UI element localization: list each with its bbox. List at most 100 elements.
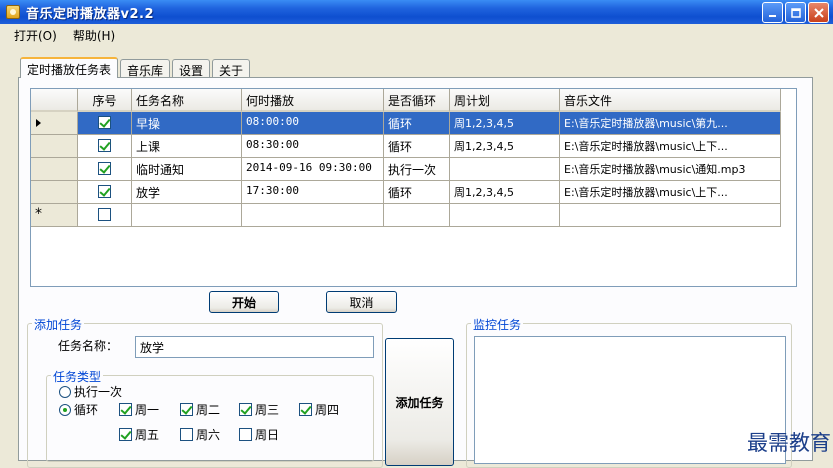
week-cell[interactable]: 周1,2,3,4,5 [450, 181, 560, 204]
table-row[interactable]: 上课 08:30:00 循环 周1,2,3,4,5 E:\音乐定时播放器\mus… [31, 135, 781, 158]
task-name-cell[interactable] [132, 204, 242, 227]
time-cell[interactable]: 17:30:00 [242, 181, 384, 204]
day-tuesday[interactable]: 周二 [180, 401, 220, 418]
monitor-list[interactable] [474, 336, 786, 464]
day-label: 周六 [196, 428, 221, 442]
day-monday[interactable]: 周一 [119, 401, 159, 418]
day-friday[interactable]: 周五 [119, 426, 159, 443]
monitor-group: 监控任务 [466, 316, 792, 468]
col-header-week[interactable]: 周计划 [450, 89, 560, 112]
row-selector[interactable] [31, 112, 78, 135]
menu-open[interactable]: 打开(O) [6, 25, 65, 46]
minimize-button[interactable] [762, 2, 783, 23]
col-header-file[interactable]: 音乐文件 [560, 89, 781, 112]
time-cell[interactable] [242, 204, 384, 227]
file-cell[interactable]: E:\音乐定时播放器\music\第九... [560, 112, 781, 135]
enabled-checkbox[interactable] [98, 185, 111, 198]
cancel-button[interactable]: 取消 [326, 291, 397, 313]
enabled-checkbox[interactable] [98, 116, 111, 129]
day-label: 周二 [196, 403, 221, 417]
col-header-loop[interactable]: 是否循环 [384, 89, 450, 112]
minimize-icon [768, 14, 776, 17]
day-sunday[interactable]: 周日 [239, 426, 279, 443]
day-saturday[interactable]: 周六 [180, 426, 220, 443]
add-task-button[interactable]: 添加任务 [385, 338, 454, 466]
maximize-button[interactable] [785, 2, 806, 23]
row-selector[interactable] [31, 135, 78, 158]
time-cell[interactable]: 08:00:00 [242, 112, 384, 135]
day-checkbox[interactable] [119, 403, 132, 416]
day-checkbox[interactable] [119, 428, 132, 441]
week-cell[interactable]: 周1,2,3,4,5 [450, 135, 560, 158]
row-selector[interactable]: * [31, 204, 78, 227]
col-header-number[interactable]: 序号 [78, 89, 132, 112]
day-checkbox[interactable] [299, 403, 312, 416]
loop-radio[interactable] [59, 403, 71, 416]
start-button[interactable]: 开始 [209, 291, 279, 313]
once-option[interactable]: 执行一次 [59, 383, 122, 400]
row-selector[interactable] [31, 158, 78, 181]
loop-cell[interactable]: 循环 [384, 112, 450, 135]
add-task-group: 添加任务 任务名称： 放学 任务类型 执行一次 循环 周一 周二 周三 周四 周… [27, 316, 383, 468]
watermark-text: 最需教育 [747, 431, 831, 455]
file-cell[interactable]: E:\音乐定时播放器\music\通知.mp3 [560, 158, 781, 181]
day-checkbox[interactable] [180, 403, 193, 416]
enabled-checkbox[interactable] [98, 208, 111, 221]
week-cell[interactable] [450, 204, 560, 227]
tab-about[interactable]: 关于 [212, 59, 251, 78]
loop-option[interactable]: 循环 [59, 401, 98, 418]
once-radio[interactable] [59, 385, 71, 398]
grid-corner [31, 89, 78, 112]
file-cell[interactable]: E:\音乐定时播放器\music\上下... [560, 135, 781, 158]
window-controls [762, 2, 829, 23]
enabled-checkbox[interactable] [98, 162, 111, 175]
loop-cell[interactable]: 执行一次 [384, 158, 450, 181]
loop-cell[interactable] [384, 204, 450, 227]
enabled-cell[interactable] [78, 181, 132, 204]
tab-settings[interactable]: 设置 [172, 59, 211, 78]
tab-music-library[interactable]: 音乐库 [120, 59, 171, 78]
task-name-label: 任务名称： [58, 339, 119, 353]
day-thursday[interactable]: 周四 [299, 401, 339, 418]
col-header-name[interactable]: 任务名称 [132, 89, 242, 112]
col-header-time[interactable]: 何时播放 [242, 89, 384, 112]
tab-schedule[interactable]: 定时播放任务表 [20, 57, 119, 78]
once-label: 执行一次 [74, 385, 123, 399]
enabled-cell[interactable] [78, 135, 132, 158]
day-wednesday[interactable]: 周三 [239, 401, 279, 418]
loop-cell[interactable]: 循环 [384, 135, 450, 158]
enabled-cell[interactable] [78, 112, 132, 135]
week-cell[interactable]: 周1,2,3,4,5 [450, 112, 560, 135]
enabled-cell[interactable] [78, 204, 132, 227]
task-name-input[interactable]: 放学 [135, 336, 374, 358]
current-row-icon [36, 119, 41, 127]
task-grid[interactable]: 序号 任务名称 何时播放 是否循环 周计划 音乐文件 早操 08:00:00 循… [30, 88, 797, 287]
day-checkbox[interactable] [239, 428, 252, 441]
enabled-cell[interactable] [78, 158, 132, 181]
task-name-cell[interactable]: 放学 [132, 181, 242, 204]
close-button[interactable] [808, 2, 829, 23]
app-icon [6, 5, 20, 19]
week-cell[interactable] [450, 158, 560, 181]
menu-bar: 打开(O) 帮助(H) [0, 24, 833, 46]
task-name-cell[interactable]: 上课 [132, 135, 242, 158]
day-checkbox[interactable] [239, 403, 252, 416]
enabled-checkbox[interactable] [98, 139, 111, 152]
table-row[interactable]: 放学 17:30:00 循环 周1,2,3,4,5 E:\音乐定时播放器\mus… [31, 181, 781, 204]
file-cell[interactable] [560, 204, 781, 227]
file-cell[interactable]: E:\音乐定时播放器\music\上下... [560, 181, 781, 204]
loop-cell[interactable]: 循环 [384, 181, 450, 204]
time-cell[interactable]: 08:30:00 [242, 135, 384, 158]
row-selector[interactable] [31, 181, 78, 204]
new-row[interactable]: * [31, 204, 781, 227]
task-name-cell[interactable]: 临时通知 [132, 158, 242, 181]
day-label: 周五 [135, 428, 160, 442]
table-row[interactable]: 临时通知 2014-09-16 09:30:00 执行一次 E:\音乐定时播放器… [31, 158, 781, 181]
table-row[interactable]: 早操 08:00:00 循环 周1,2,3,4,5 E:\音乐定时播放器\mus… [31, 112, 781, 135]
task-name-cell[interactable]: 早操 [132, 112, 242, 135]
time-cell[interactable]: 2014-09-16 09:30:00 [242, 158, 384, 181]
day-checkbox[interactable] [180, 428, 193, 441]
new-row-marker: * [35, 206, 42, 222]
maximize-icon [790, 7, 801, 18]
menu-help[interactable]: 帮助(H) [65, 25, 123, 46]
